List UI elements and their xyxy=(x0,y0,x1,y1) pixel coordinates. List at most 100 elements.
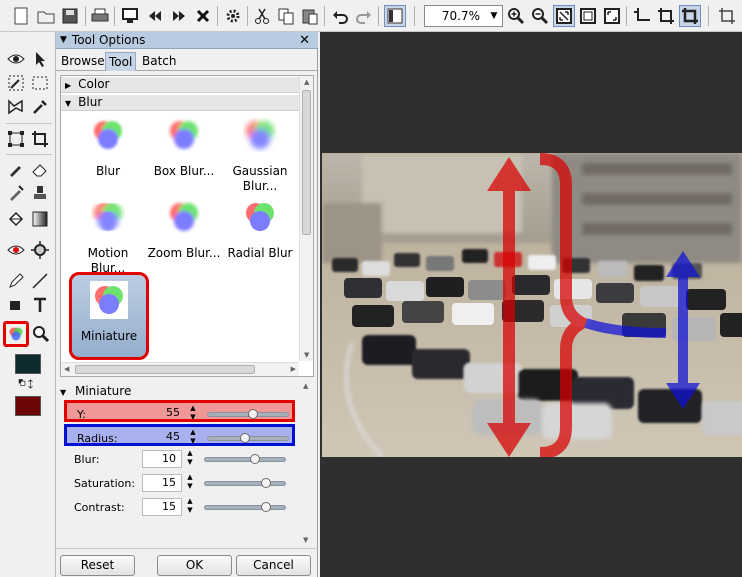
red-eye-icon[interactable] xyxy=(5,239,27,261)
crop-icon[interactable] xyxy=(655,5,677,27)
spin-arrows-icon[interactable]: ▲ ▼ xyxy=(185,449,195,469)
swap-colors-icon[interactable] xyxy=(14,376,40,392)
slider-knob[interactable] xyxy=(261,502,272,512)
setting-slider[interactable] xyxy=(204,502,286,512)
scroll-down-icon[interactable]: ▼ xyxy=(303,536,308,544)
effects-vertical-scrollbar[interactable]: ▲ ▼ xyxy=(299,76,313,361)
eraser-icon[interactable] xyxy=(29,158,51,180)
clone-brush-icon[interactable] xyxy=(5,182,27,204)
ok-button[interactable]: OK xyxy=(157,555,232,576)
crop-frame-icon[interactable] xyxy=(716,5,738,27)
redo-icon[interactable] xyxy=(353,5,375,27)
gradient-icon[interactable] xyxy=(29,208,51,230)
miniature-effect-icon[interactable] xyxy=(3,321,29,347)
panel-toggle-icon[interactable] xyxy=(384,5,406,27)
fill-icon[interactable] xyxy=(5,208,27,230)
crop-tool-icon[interactable] xyxy=(29,128,51,150)
brush-icon[interactable] xyxy=(5,158,27,180)
effect-gaussian-blur[interactable]: Gaussian Blur... xyxy=(221,116,299,194)
new-icon[interactable] xyxy=(10,5,32,27)
setting-slider[interactable] xyxy=(207,433,289,443)
spin-arrows-icon[interactable]: ▲ ▼ xyxy=(188,428,198,448)
slider-knob[interactable] xyxy=(261,478,272,488)
next-icon[interactable] xyxy=(168,5,190,27)
effect-box-blur[interactable]: Box Blur... xyxy=(144,116,224,179)
setting-value-input[interactable]: 15 xyxy=(142,474,182,492)
zoom-tool-icon[interactable] xyxy=(30,323,52,345)
setting-slider[interactable] xyxy=(204,454,286,464)
lasso-icon[interactable] xyxy=(5,96,27,118)
print-icon[interactable] xyxy=(89,5,111,27)
effect-miniature[interactable]: Miniature xyxy=(69,272,149,360)
screen-icon[interactable] xyxy=(119,5,141,27)
save-icon[interactable] xyxy=(59,5,81,27)
effect-motion-blur[interactable]: Motion Blur... xyxy=(69,198,147,276)
spin-arrows-icon[interactable]: ▲ ▼ xyxy=(185,473,195,493)
fit-icon[interactable] xyxy=(553,5,575,27)
eyedropper-icon[interactable] xyxy=(29,96,51,118)
parking-lot-photo[interactable] xyxy=(322,153,742,457)
foreground-color-swatch[interactable] xyxy=(15,354,41,374)
close-icon[interactable]: ✕ xyxy=(299,32,310,49)
setting-slider[interactable] xyxy=(207,409,289,419)
background-color-swatch[interactable] xyxy=(15,396,41,416)
image-canvas[interactable] xyxy=(320,32,742,577)
light-icon[interactable] xyxy=(29,239,51,261)
crop-mode-icon[interactable] xyxy=(679,5,701,27)
zoom-level-select[interactable]: 70.7% ▼ xyxy=(424,5,503,27)
tab-browse[interactable]: Browse xyxy=(58,52,108,71)
rect-select-icon[interactable] xyxy=(29,72,51,94)
slider-knob[interactable] xyxy=(247,409,258,419)
line-icon[interactable] xyxy=(29,270,51,292)
crop-corner-icon[interactable] xyxy=(631,5,653,27)
scroll-right-icon[interactable]: ▶ xyxy=(291,365,296,373)
collapse-triangle-icon[interactable]: ▼ xyxy=(60,35,67,45)
zoom-out-icon[interactable] xyxy=(529,5,551,27)
cut-icon[interactable] xyxy=(251,5,273,27)
stamp-icon[interactable] xyxy=(29,182,51,204)
shape-icon[interactable] xyxy=(5,294,27,316)
prev-icon[interactable] xyxy=(144,5,166,27)
transform-icon[interactable] xyxy=(5,128,27,150)
cancel-button[interactable]: Cancel xyxy=(236,555,311,576)
close-icon[interactable] xyxy=(192,5,214,27)
actual-size-icon[interactable] xyxy=(577,5,599,27)
tab-batch[interactable]: Batch xyxy=(139,52,180,71)
spin-arrows-icon[interactable]: ▲ ▼ xyxy=(185,497,195,517)
scroll-down-icon[interactable]: ▼ xyxy=(304,351,309,359)
paste-icon[interactable] xyxy=(299,5,321,27)
setting-value-input[interactable]: 15 xyxy=(142,498,182,516)
reset-button[interactable]: Reset xyxy=(60,555,135,576)
effect-radial-blur[interactable]: Radial Blur xyxy=(221,198,299,261)
setting-slider[interactable] xyxy=(204,478,286,488)
settings-icon[interactable] xyxy=(222,5,244,27)
spin-arrows-icon[interactable]: ▲ ▼ xyxy=(188,404,198,424)
slider-knob[interactable] xyxy=(240,433,251,443)
fullscreen-icon[interactable] xyxy=(601,5,623,27)
magic-select-icon[interactable] xyxy=(5,72,27,94)
setting-value-input[interactable]: 55 xyxy=(145,405,185,423)
tab-tool[interactable]: Tool xyxy=(105,52,137,71)
effects-horizontal-scrollbar[interactable]: ◀ ▶ xyxy=(61,362,299,376)
copy-icon[interactable] xyxy=(275,5,297,27)
setting-value-input[interactable]: 45 xyxy=(145,429,185,447)
scroll-up-icon[interactable]: ▲ xyxy=(303,382,308,390)
scroll-thumb[interactable] xyxy=(75,365,255,374)
open-icon[interactable] xyxy=(35,5,57,27)
zoom-in-icon[interactable] xyxy=(505,5,527,27)
slider-knob[interactable] xyxy=(250,454,261,464)
scroll-left-icon[interactable]: ◀ xyxy=(64,365,69,373)
scroll-up-icon[interactable]: ▲ xyxy=(304,78,309,86)
settings-section-header[interactable]: ▼ Miniature xyxy=(60,384,314,400)
category-blur[interactable]: ▼ Blur xyxy=(61,95,299,111)
category-color[interactable]: ▶ Color xyxy=(61,77,299,93)
undo-icon[interactable] xyxy=(329,5,351,27)
scroll-thumb[interactable] xyxy=(302,90,311,235)
effect-zoom-blur[interactable]: Zoom Blur... xyxy=(144,198,224,261)
pointer-icon[interactable] xyxy=(29,48,51,70)
pen-icon[interactable] xyxy=(5,270,27,292)
eye-icon[interactable] xyxy=(5,48,27,70)
effect-blur[interactable]: Blur xyxy=(69,116,147,179)
text-icon[interactable] xyxy=(29,294,51,316)
setting-value-input[interactable]: 10 xyxy=(142,450,182,468)
